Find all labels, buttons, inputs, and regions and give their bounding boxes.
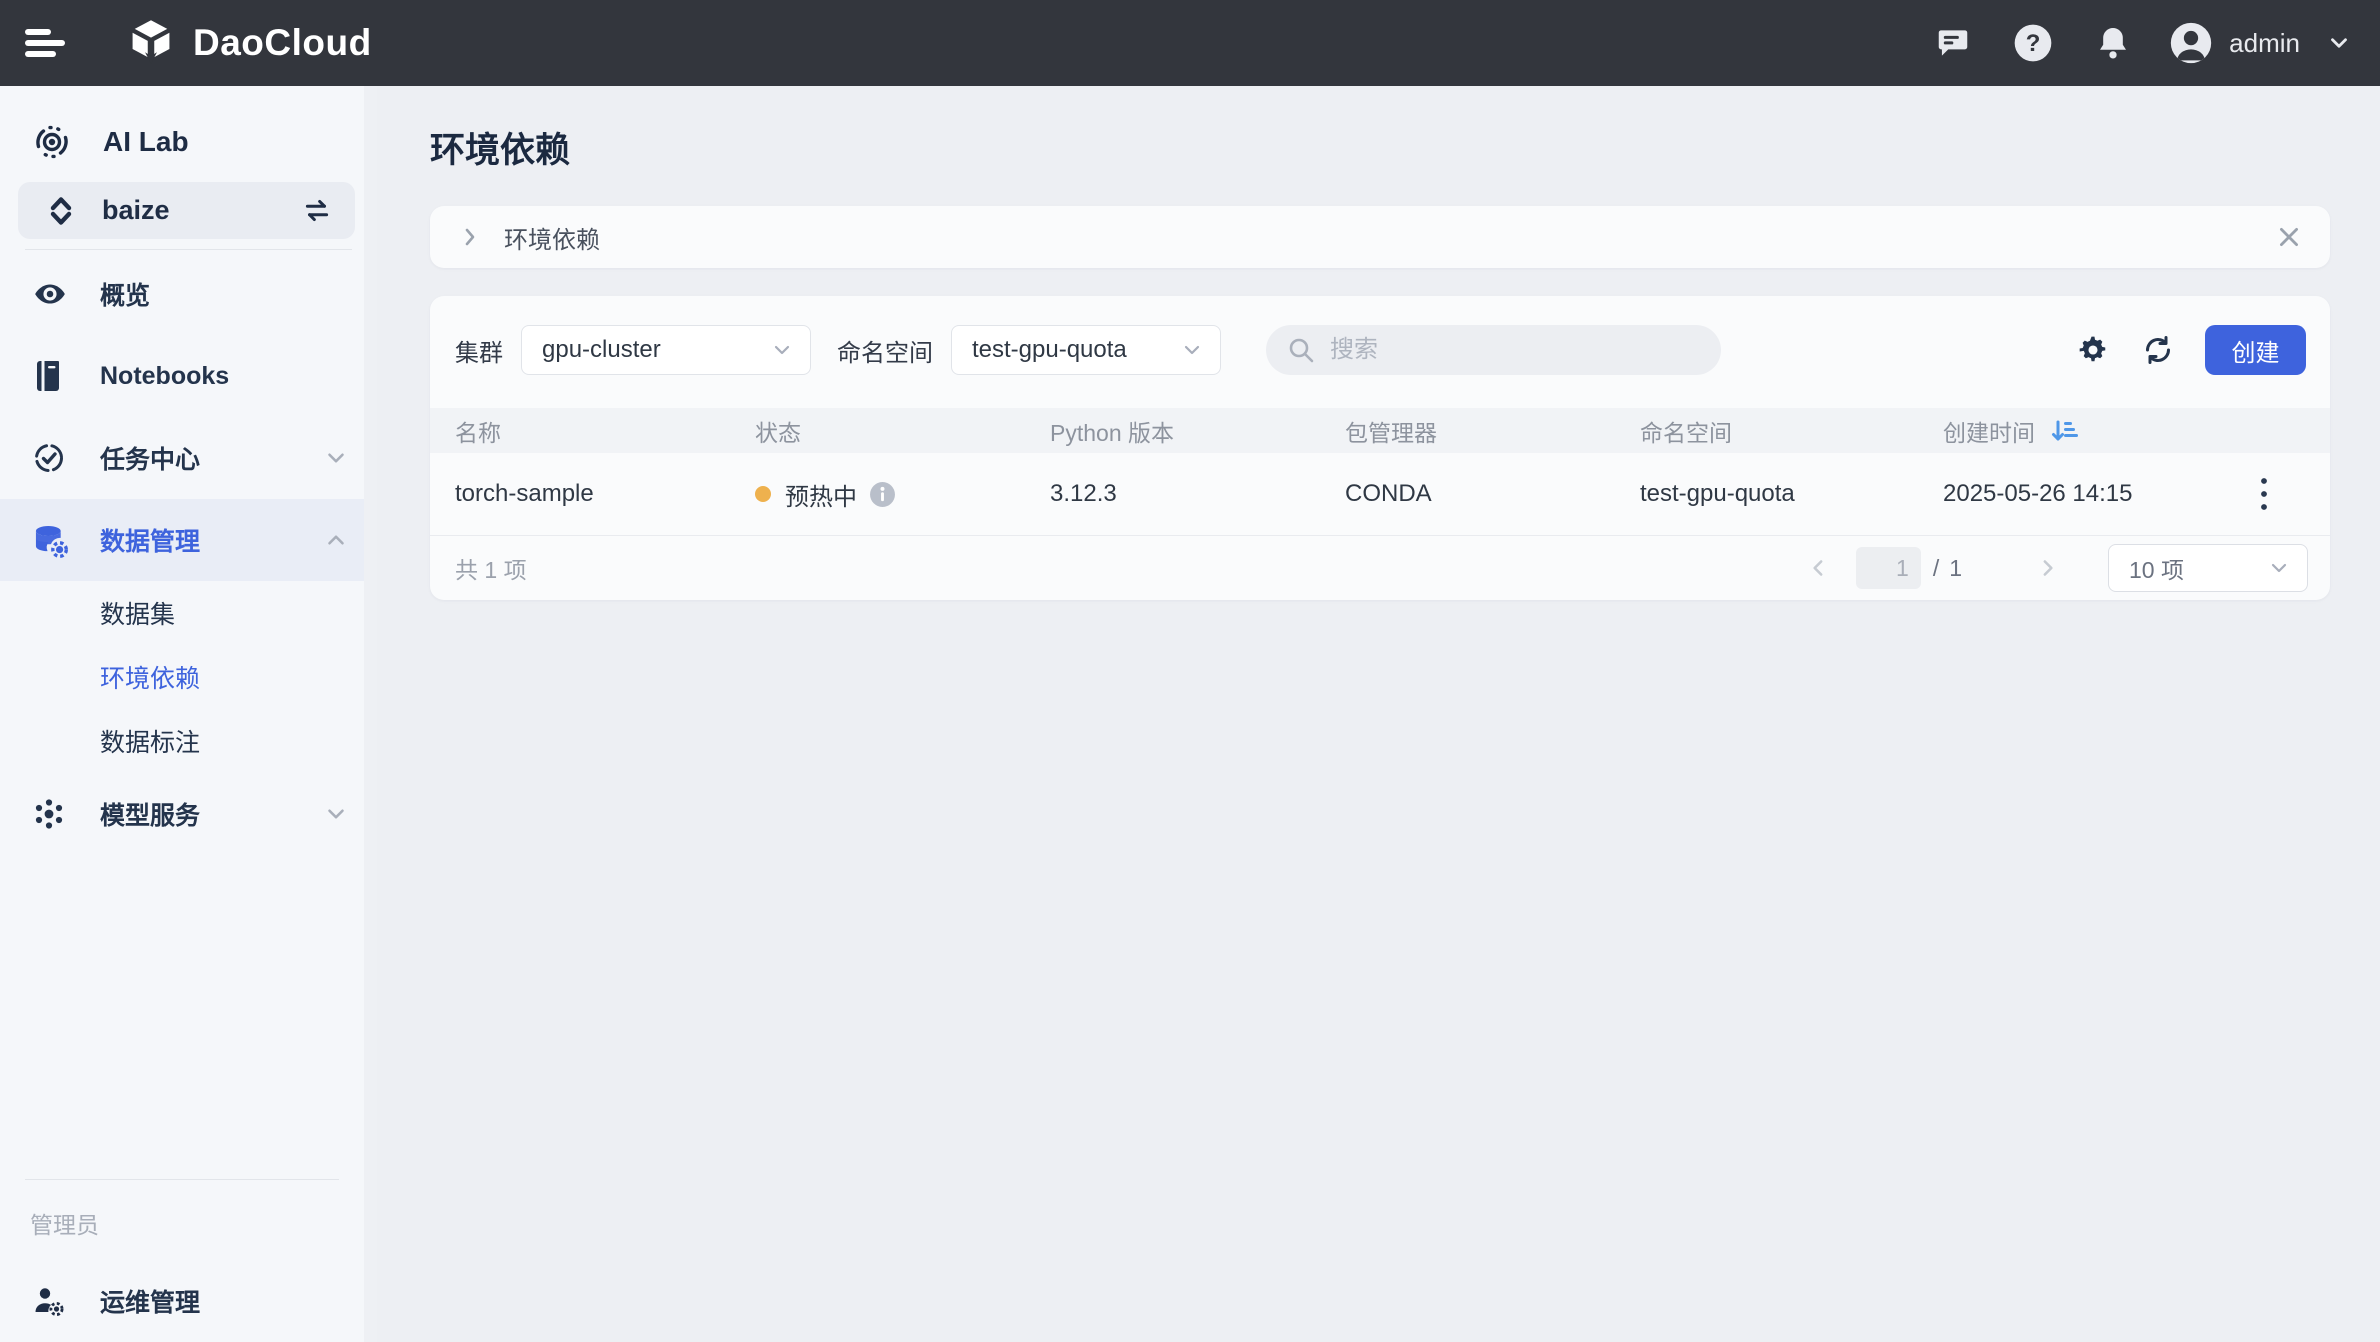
product-header: AI Lab xyxy=(0,118,377,166)
filter-toolbar: 集群 gpu-cluster 命名空间 test-gpu-quota xyxy=(430,325,2330,375)
search-icon xyxy=(1286,335,1316,365)
page-separator: / xyxy=(1933,555,1939,582)
search-field[interactable] xyxy=(1330,336,1690,364)
column-package-manager: 包管理器 xyxy=(1345,414,1640,448)
sidebar-subitem-data-annotation[interactable]: 数据标注 xyxy=(0,709,377,773)
message-icon[interactable] xyxy=(1933,23,1973,63)
cell-status: 预热中 xyxy=(755,477,1050,512)
sidebar-item-task-center[interactable]: 任务中心 xyxy=(0,417,377,499)
table-header: 名称 状态 Python 版本 包管理器 命名空间 创建时间 xyxy=(430,408,2330,453)
cell-name: torch-sample xyxy=(455,480,755,508)
sidebar-bottom: 管理员 运维管理 xyxy=(0,1169,364,1342)
baize-icon xyxy=(44,194,78,228)
brand[interactable]: DaoCloud xyxy=(125,17,372,69)
table-row[interactable]: torch-sample 预热中 3.12.3 CONDA test-gpu-q… xyxy=(430,453,2330,536)
toolbar-actions: 创建 xyxy=(2045,325,2306,375)
workspace-name: baize xyxy=(102,195,170,226)
cluster-select[interactable]: gpu-cluster xyxy=(521,325,811,375)
daocloud-logo-icon xyxy=(125,17,177,69)
chevron-up-icon xyxy=(323,527,349,553)
sidebar-item-overview[interactable]: 概览 xyxy=(0,253,377,335)
sidebar-subitem-datasets[interactable]: 数据集 xyxy=(0,581,377,645)
close-icon[interactable] xyxy=(2276,224,2302,250)
admin-section-label: 管理员 xyxy=(0,1206,364,1240)
refresh-icon[interactable] xyxy=(2141,333,2175,367)
help-icon[interactable]: ? xyxy=(2013,23,2053,63)
notifications-bell-icon[interactable] xyxy=(2093,23,2133,63)
info-icon[interactable] xyxy=(869,481,896,508)
main-content: 环境依赖 环境依赖 集群 gpu-cluster 命名空间 xyxy=(377,86,2380,1342)
breadcrumb-bar: 环境依赖 xyxy=(430,206,2330,268)
sidebar-divider xyxy=(25,249,352,250)
chevron-down-icon xyxy=(2267,556,2291,580)
next-page-icon[interactable] xyxy=(2034,555,2060,581)
environments-panel: 集群 gpu-cluster 命名空间 test-gpu-quota xyxy=(430,296,2330,600)
sidebar-menu: 概览 Notebooks xyxy=(0,253,377,855)
settings-gear-icon[interactable] xyxy=(2077,334,2109,366)
database-gear-icon xyxy=(32,522,68,558)
column-name: 名称 xyxy=(455,414,755,448)
page-number-input[interactable] xyxy=(1856,547,1921,589)
sidebar: AI Lab baize xyxy=(0,86,377,1342)
user-menu[interactable]: admin xyxy=(2169,21,2352,65)
status-warming-dot xyxy=(755,486,771,502)
model-nodes-icon xyxy=(32,797,68,831)
brand-name: DaoCloud xyxy=(193,22,372,64)
chevron-down-icon xyxy=(323,801,349,827)
task-check-icon xyxy=(32,441,68,475)
status-badge: 预热中 xyxy=(785,477,857,512)
user-gear-icon xyxy=(32,1284,68,1318)
ai-lab-logo-icon xyxy=(28,118,76,166)
product-name: AI Lab xyxy=(103,126,189,158)
username: admin xyxy=(2229,28,2300,59)
cluster-label: 集群 xyxy=(455,333,503,368)
prev-page-icon[interactable] xyxy=(1806,555,1832,581)
search-input[interactable] xyxy=(1266,325,1721,375)
chevron-down-icon xyxy=(323,445,349,471)
row-actions-kebab-icon[interactable] xyxy=(2254,470,2274,518)
cell-created-at: 2025-05-26 14:15 xyxy=(1943,480,2223,508)
eye-icon xyxy=(32,276,68,312)
namespace-label: 命名空间 xyxy=(837,333,933,368)
sidebar-item-data-management[interactable]: 数据管理 xyxy=(0,499,377,581)
sidebar-subitem-environments[interactable]: 环境依赖 xyxy=(0,645,377,709)
notebook-icon xyxy=(32,359,68,393)
sort-descending-icon[interactable] xyxy=(2049,416,2079,446)
page-size-select[interactable]: 10 项 xyxy=(2108,544,2308,592)
column-created-at: 创建时间 xyxy=(1943,414,2223,448)
sidebar-scrollbar[interactable] xyxy=(364,86,377,1342)
menu-toggle-icon[interactable] xyxy=(25,28,87,58)
top-navbar: DaoCloud ? xyxy=(0,0,2380,86)
breadcrumb: 环境依赖 xyxy=(504,220,600,255)
chevron-down-icon xyxy=(2326,30,2352,56)
switch-workspace-icon[interactable] xyxy=(301,195,333,227)
table-footer: 共 1 项 / 1 10 项 xyxy=(430,536,2330,600)
cell-python-version: 3.12.3 xyxy=(1050,480,1345,508)
chevron-down-icon xyxy=(1180,338,1204,362)
sidebar-item-ops-management[interactable]: 运维管理 xyxy=(0,1260,364,1342)
sidebar-item-notebooks[interactable]: Notebooks xyxy=(0,335,377,417)
pagination: / 1 10 项 xyxy=(1806,544,2308,592)
chevron-right-icon[interactable] xyxy=(458,225,482,249)
namespace-select[interactable]: test-gpu-quota xyxy=(951,325,1221,375)
cell-namespace: test-gpu-quota xyxy=(1640,480,1943,508)
total-count: 共 1 项 xyxy=(455,551,527,585)
column-status: 状态 xyxy=(755,414,1050,448)
avatar xyxy=(2169,21,2213,65)
workspace-selector[interactable]: baize xyxy=(18,182,355,239)
chevron-down-icon xyxy=(770,338,794,362)
sidebar-divider xyxy=(25,1179,339,1180)
navbar-actions: ? admin xyxy=(1893,21,2352,65)
create-button[interactable]: 创建 xyxy=(2205,325,2306,375)
page-title: 环境依赖 xyxy=(430,122,2380,173)
column-python-version: Python 版本 xyxy=(1050,414,1345,448)
sidebar-item-model-services[interactable]: 模型服务 xyxy=(0,773,377,855)
total-pages: 1 xyxy=(1949,555,1962,582)
cell-package-manager: CONDA xyxy=(1345,480,1640,508)
column-namespace: 命名空间 xyxy=(1640,414,1943,448)
svg-text:?: ? xyxy=(2026,30,2041,57)
